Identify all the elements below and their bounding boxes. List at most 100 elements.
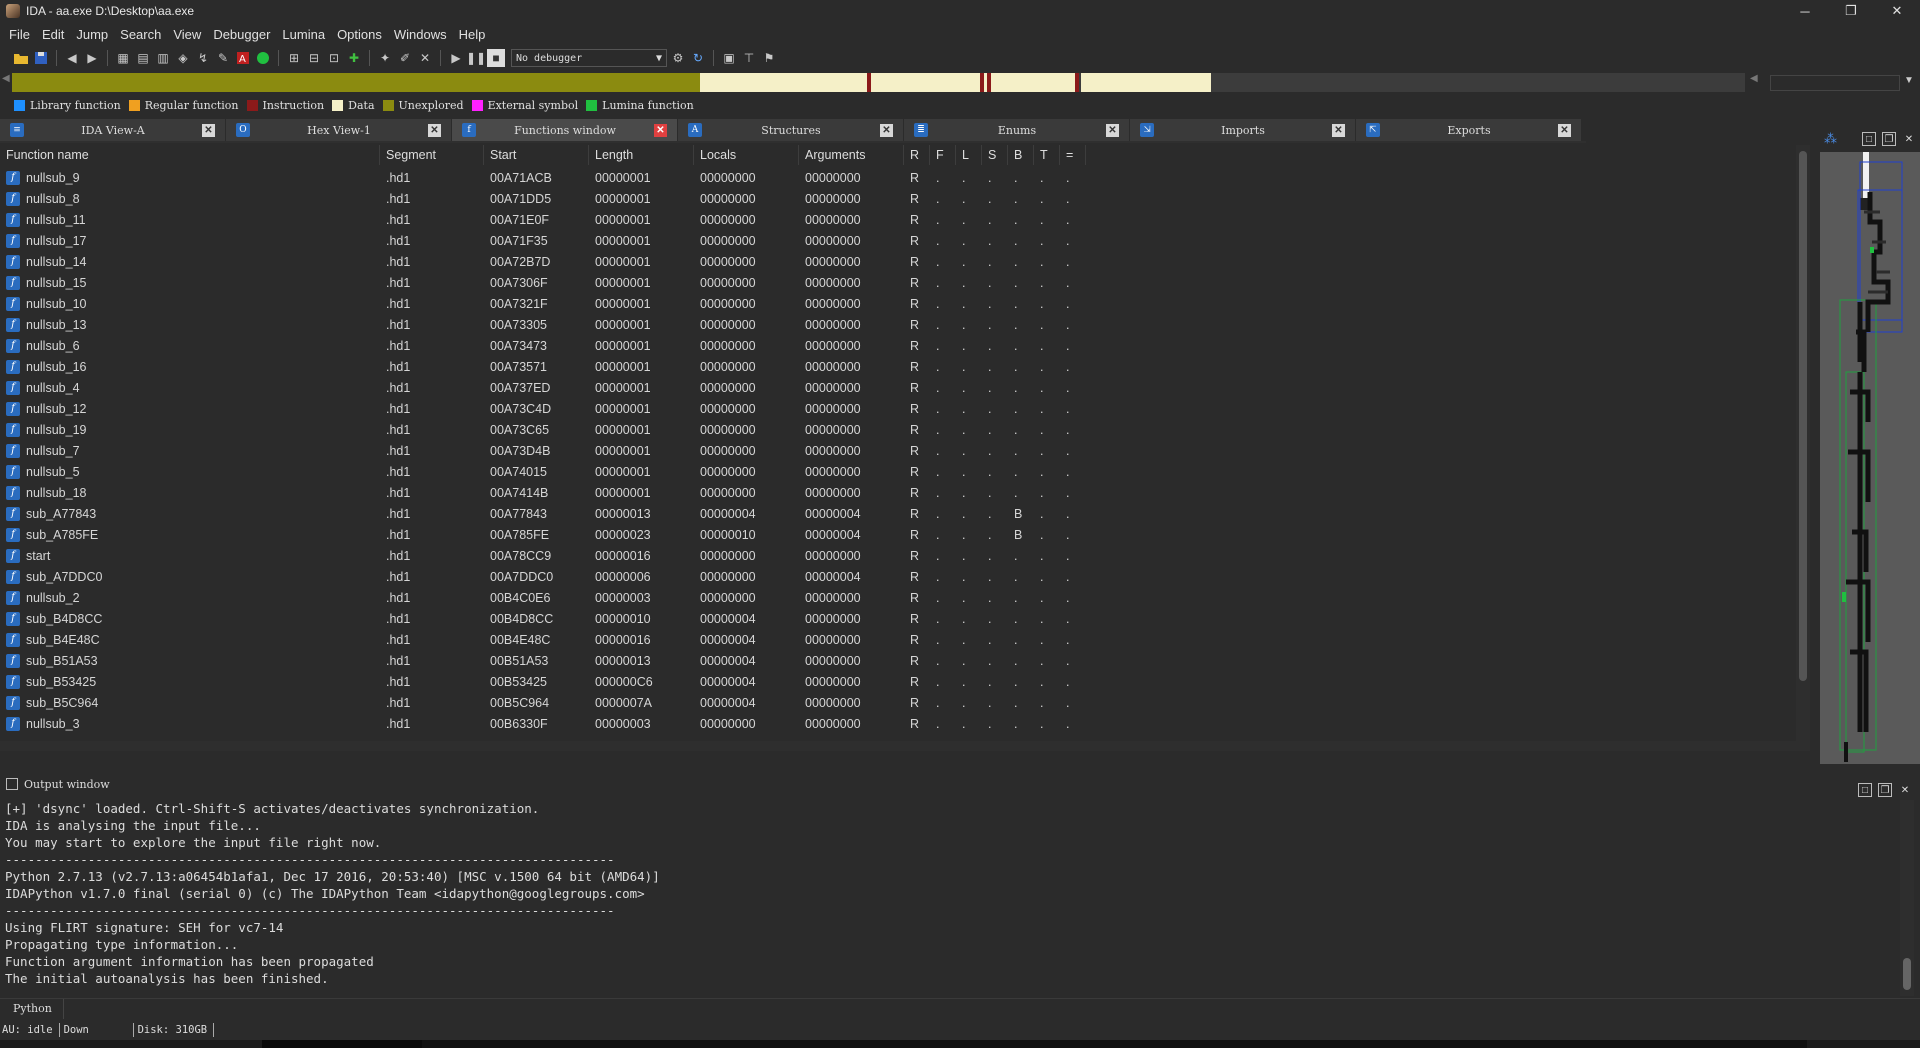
- menu-lumina[interactable]: Lumina: [276, 27, 331, 42]
- edit-breakpoint-icon[interactable]: ✐: [396, 49, 414, 67]
- table-row[interactable]: f sub_B4D8CC .hd1 00B4D8CC 00000010 00000004 0…: [0, 608, 1086, 629]
- patch-icon[interactable]: ✎: [214, 49, 232, 67]
- column-header[interactable]: R: [904, 145, 930, 165]
- scrollbar-thumb[interactable]: [1799, 151, 1807, 681]
- column-header[interactable]: B: [1008, 145, 1034, 165]
- table-row[interactable]: f nullsub_4 .hd1 00A737ED 00000001 00000000 00…: [0, 377, 1086, 398]
- breakpoint-icon[interactable]: ✦: [376, 49, 394, 67]
- menu-view[interactable]: View: [167, 27, 207, 42]
- close-icon[interactable]: ✕: [1902, 132, 1916, 146]
- code-icon[interactable]: ▦: [114, 49, 132, 67]
- tab-ida-view-a[interactable]: ≡ IDA View-A ✕: [0, 119, 226, 141]
- debugger-select[interactable]: No debugger ▼: [511, 49, 667, 67]
- table-row[interactable]: f nullsub_8 .hd1 00A71DD5 00000001 00000000 00…: [0, 188, 1086, 209]
- table-row[interactable]: f nullsub_17 .hd1 00A71F35 00000001 00000000 0…: [0, 230, 1086, 251]
- column-header[interactable]: S: [982, 145, 1008, 165]
- delete-icon[interactable]: ✕: [416, 49, 434, 67]
- lumina-push-icon[interactable]: ✚: [345, 49, 363, 67]
- column-header[interactable]: Locals: [694, 145, 799, 165]
- add-function-icon[interactable]: ⊡: [325, 49, 343, 67]
- menu-help[interactable]: Help: [453, 27, 492, 42]
- debugger-options-icon[interactable]: ⚙: [669, 49, 687, 67]
- table-row[interactable]: f nullsub_11 .hd1 00A71E0F 00000001 00000000 0…: [0, 209, 1086, 230]
- table-row[interactable]: f nullsub_5 .hd1 00A74015 00000001 00000000 00…: [0, 461, 1086, 482]
- close-window-button[interactable]: ✕: [1874, 0, 1920, 22]
- tab-enums[interactable]: ≣ Enums ✕: [904, 119, 1130, 141]
- tab-structures[interactable]: A Structures ✕: [678, 119, 904, 141]
- table-row[interactable]: f sub_A7DDC0 .hd1 00A7DDC0 00000006 00000000 0…: [0, 566, 1086, 587]
- table-row[interactable]: f nullsub_7 .hd1 00A73D4B 00000001 00000000 00…: [0, 440, 1086, 461]
- menu-jump[interactable]: Jump: [70, 27, 114, 42]
- proximity-icon[interactable]: ⊟: [305, 49, 323, 67]
- float-icon[interactable]: □: [1858, 783, 1872, 797]
- table-row[interactable]: f nullsub_14 .hd1 00A72B7D 00000001 00000000 0…: [0, 251, 1086, 272]
- restore-icon[interactable]: ❐: [1882, 132, 1896, 146]
- column-header[interactable]: T: [1034, 145, 1060, 165]
- column-header[interactable]: F: [930, 145, 956, 165]
- menu-search[interactable]: Search: [114, 27, 167, 42]
- table-row[interactable]: f nullsub_18 .hd1 00A7414B 00000001 00000000 0…: [0, 482, 1086, 503]
- table-row[interactable]: f sub_A785FE .hd1 00A785FE 00000023 00000010 0…: [0, 524, 1086, 545]
- undefine-icon[interactable]: ◈: [174, 49, 192, 67]
- table-row[interactable]: f sub_A77843 .hd1 00A77843 00000013 00000004 0…: [0, 503, 1086, 524]
- pause-icon[interactable]: ❚❚: [466, 49, 486, 67]
- text-search-icon[interactable]: A: [234, 49, 252, 67]
- data-icon[interactable]: ▤: [134, 49, 152, 67]
- restore-icon[interactable]: ❐: [1878, 783, 1892, 797]
- graph-icon[interactable]: ⊞: [285, 49, 303, 67]
- nav-dropdown-icon[interactable]: ▼: [1904, 75, 1914, 86]
- table-row[interactable]: f sub_B5C964 .hd1 00B5C964 0000007A 00000004 0…: [0, 692, 1086, 713]
- tab-exports[interactable]: ⇱ Exports ✕: [1356, 119, 1582, 141]
- output-window[interactable]: [+] 'dsync' loaded. Ctrl-Shift-S activat…: [0, 800, 1898, 996]
- functions-vertical-scrollbar[interactable]: [1796, 145, 1810, 741]
- close-icon[interactable]: ✕: [1332, 123, 1345, 137]
- table-row[interactable]: f nullsub_3 .hd1 00B6330F 00000003 00000000 00…: [0, 713, 1086, 734]
- maximize-button[interactable]: ❐: [1828, 0, 1874, 22]
- table-row[interactable]: f nullsub_15 .hd1 00A7306F 00000001 00000000 0…: [0, 272, 1086, 293]
- functions-horizontal-scrollbar[interactable]: [0, 741, 1810, 751]
- forward-arrow-icon[interactable]: ▶: [83, 49, 101, 67]
- column-header[interactable]: Function name: [0, 145, 380, 165]
- trace-icon[interactable]: ▣: [720, 49, 738, 67]
- table-row[interactable]: f nullsub_19 .hd1 00A73C65 00000001 00000000 0…: [0, 419, 1086, 440]
- nav-right-arrow-icon[interactable]: ◀: [1750, 73, 1758, 84]
- scrollbar-thumb[interactable]: [1903, 958, 1911, 990]
- menu-file[interactable]: File: [3, 27, 36, 42]
- play-icon[interactable]: ▶: [447, 49, 465, 67]
- navigation-band[interactable]: [12, 73, 1745, 92]
- tab-hex-view-1[interactable]: O Hex View-1 ✕: [226, 119, 452, 141]
- table-row[interactable]: f nullsub_16 .hd1 00A73571 00000001 00000000 0…: [0, 356, 1086, 377]
- flag-icon[interactable]: ⚑: [760, 49, 778, 67]
- save-icon[interactable]: [32, 49, 50, 67]
- close-icon[interactable]: ✕: [1106, 123, 1119, 137]
- cross-ref-icon[interactable]: ⊤: [740, 49, 758, 67]
- open-folder-icon[interactable]: [12, 49, 30, 67]
- column-header[interactable]: =: [1060, 145, 1086, 165]
- stop-icon[interactable]: ■: [487, 49, 505, 67]
- graph-overview[interactable]: [1820, 152, 1920, 764]
- column-header[interactable]: Start: [484, 145, 589, 165]
- table-row[interactable]: f start .hd1 00A78CC9 00000016 00000000 000000…: [0, 545, 1086, 566]
- close-icon[interactable]: ✕: [880, 123, 893, 137]
- back-arrow-icon[interactable]: ◀: [63, 49, 81, 67]
- jump-icon[interactable]: ↯: [194, 49, 212, 67]
- table-row[interactable]: f nullsub_6 .hd1 00A73473 00000001 00000000 00…: [0, 335, 1086, 356]
- struct-icon[interactable]: ▥: [154, 49, 172, 67]
- python-command-input[interactable]: [64, 998, 1920, 1019]
- column-header[interactable]: L: [956, 145, 982, 165]
- refresh-icon[interactable]: ↻: [689, 49, 707, 67]
- table-row[interactable]: f nullsub_2 .hd1 00B4C0E6 00000003 00000000 00…: [0, 587, 1086, 608]
- column-header[interactable]: Arguments: [799, 145, 904, 165]
- tab-functions-window[interactable]: f Functions window ✕: [452, 119, 678, 141]
- table-row[interactable]: f sub_B51A53 .hd1 00B51A53 00000013 00000004 0…: [0, 650, 1086, 671]
- functions-table[interactable]: Function name Segment Start Length Local…: [0, 145, 1796, 741]
- table-row[interactable]: f nullsub_10 .hd1 00A7321F 00000001 00000000 0…: [0, 293, 1086, 314]
- menu-debugger[interactable]: Debugger: [207, 27, 276, 42]
- close-icon[interactable]: ✕: [1898, 783, 1912, 797]
- tab-imports[interactable]: ⇲ Imports ✕: [1130, 119, 1356, 141]
- close-icon[interactable]: ✕: [1558, 123, 1571, 137]
- close-icon[interactable]: ✕: [654, 123, 667, 137]
- output-vertical-scrollbar[interactable]: [1900, 800, 1914, 996]
- table-row[interactable]: f nullsub_13 .hd1 00A73305 00000001 00000000 0…: [0, 314, 1086, 335]
- menu-options[interactable]: Options: [331, 27, 388, 42]
